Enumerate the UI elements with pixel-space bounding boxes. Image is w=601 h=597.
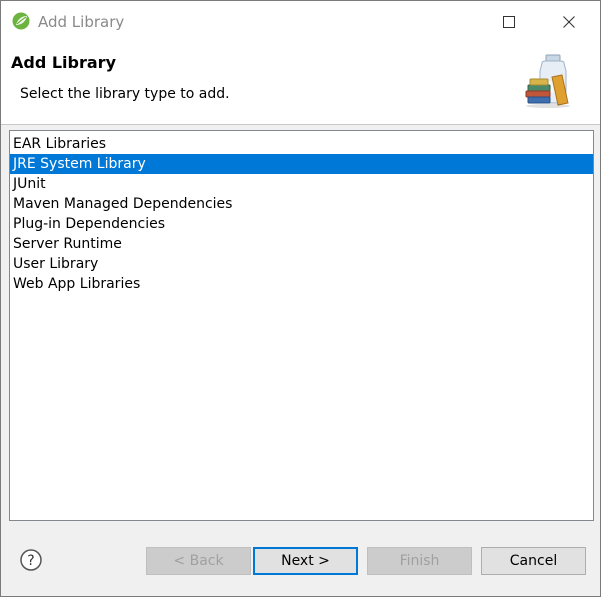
list-item[interactable]: Maven Managed Dependencies [10,194,593,214]
eclipse-app-icon [12,12,30,30]
library-books-jar-icon [525,54,570,108]
window-title: Add Library [38,13,125,31]
maximize-icon [503,16,515,28]
minimize-button[interactable] [440,1,486,43]
cancel-button[interactable]: Cancel [481,547,586,575]
add-library-dialog: Add Library Add Library Select the libra… [0,0,601,597]
list-item[interactable]: JUnit [10,174,593,194]
close-button[interactable] [546,1,592,43]
help-icon[interactable]: ? [19,548,43,572]
next-button[interactable]: Next > [253,547,358,575]
list-item[interactable]: Server Runtime [10,234,593,254]
minimize-icon [458,21,468,23]
list-item[interactable]: JRE System Library [10,154,593,174]
title-bar[interactable]: Add Library [1,1,600,43]
list-item[interactable]: Web App Libraries [10,274,593,294]
back-button[interactable]: < Back [146,547,251,575]
dialog-heading: Add Library [11,53,116,72]
finish-button[interactable]: Finish [367,547,472,575]
library-type-list[interactable]: EAR Libraries JRE System Library JUnit Mave… [9,130,594,521]
list-item[interactable]: EAR Libraries [10,134,593,154]
dialog-header-banner: Add Library Select the library type to a… [1,43,600,125]
list-item[interactable]: User Library [10,254,593,274]
help-glyph: ? [27,553,34,569]
maximize-button[interactable] [486,1,532,43]
dialog-description: Select the library type to add. [20,86,230,102]
list-item[interactable]: Plug-in Dependencies [10,214,593,234]
close-icon [563,16,575,28]
